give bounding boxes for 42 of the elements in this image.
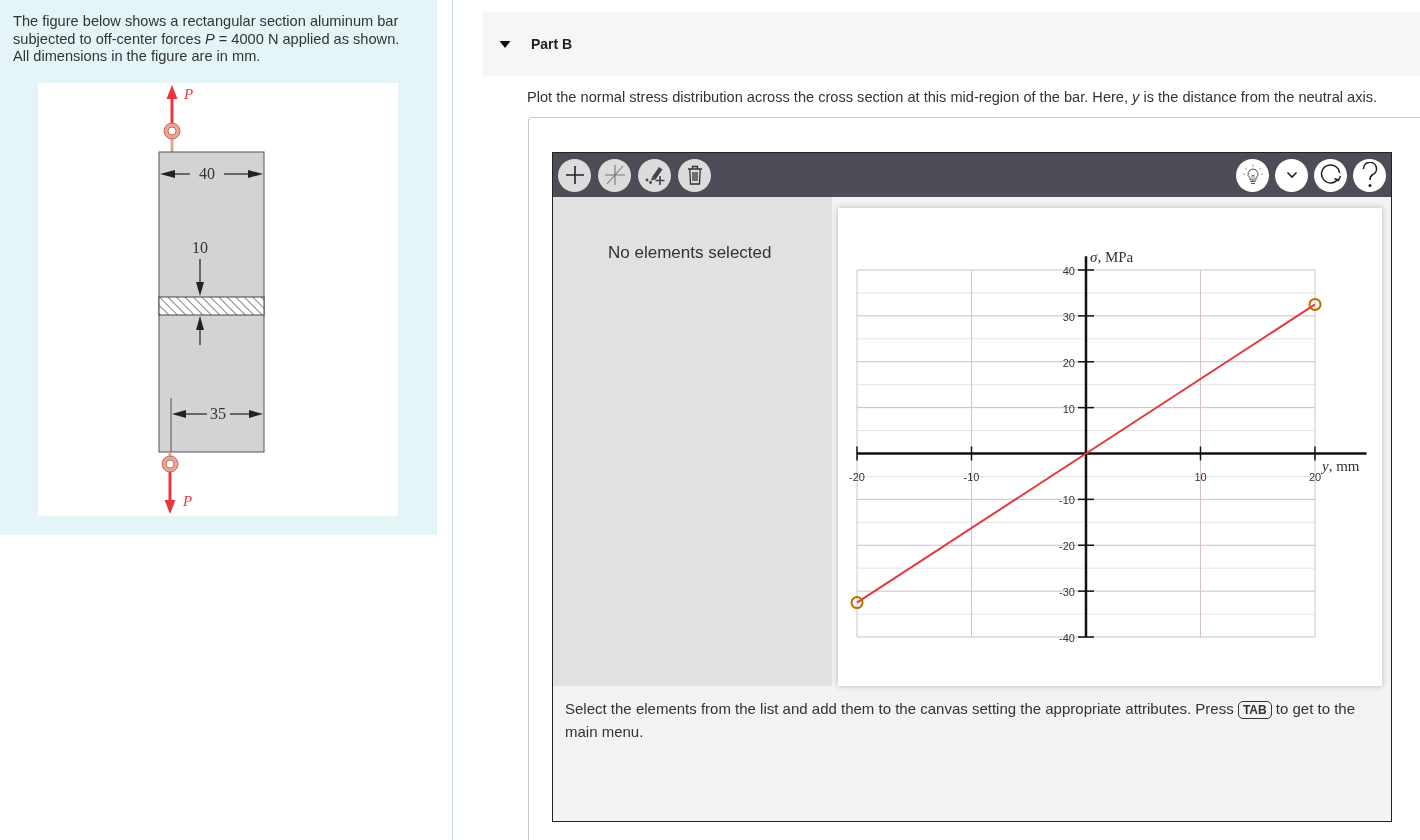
reset-button[interactable] bbox=[1314, 158, 1347, 192]
data-point bbox=[850, 596, 864, 610]
axis-title: σ, MPa bbox=[1090, 248, 1134, 266]
tick-label: -10 bbox=[1059, 494, 1075, 507]
tick-label: -20 bbox=[849, 470, 865, 483]
chevron-down-icon bbox=[1285, 171, 1298, 179]
tick-label: -10 bbox=[963, 470, 980, 483]
question-mark-icon bbox=[1361, 162, 1378, 188]
lightbulb-icon bbox=[1241, 164, 1264, 186]
tick-label: 20 bbox=[1062, 356, 1075, 369]
plus-icon bbox=[564, 165, 585, 185]
dimension-label: 40 bbox=[199, 164, 215, 182]
intro-text: The figure below shows a rectangular section aluminum bar subjected to off-center forces P = 4000 N applied as shown. All dimensions in the figure are in mm. bbox=[13, 13, 401, 66]
tick-label: 20 bbox=[1308, 470, 1322, 483]
draw-tool-button[interactable] bbox=[638, 158, 671, 192]
data-point bbox=[1308, 297, 1322, 311]
add-button[interactable] bbox=[558, 158, 591, 192]
tick-label: 10 bbox=[1194, 470, 1207, 483]
instruction-text: Select the elements from the list and add them to the canvas setting the appropriate attributes. Press TAB to get to the main menu. bbox=[565, 699, 1357, 742]
hint-button[interactable] bbox=[1236, 158, 1269, 192]
dimension-label: 10 bbox=[192, 238, 208, 256]
tick-label: 30 bbox=[1062, 310, 1075, 323]
crossed-lines-icon bbox=[603, 164, 626, 186]
tick-label: -40 bbox=[1059, 632, 1075, 644]
circular-arrow-icon bbox=[1318, 164, 1343, 186]
force-label: P bbox=[183, 492, 193, 509]
pen-plus-icon bbox=[643, 164, 666, 186]
force-label: P bbox=[184, 85, 194, 102]
tick-label: 10 bbox=[1062, 402, 1075, 415]
tick-label: -20 bbox=[1059, 540, 1075, 553]
part-toggle[interactable]: Part B bbox=[483, 12, 1420, 76]
tick-label: -30 bbox=[1059, 586, 1075, 599]
trash-icon bbox=[686, 165, 703, 185]
selection-status: No elements selected bbox=[608, 243, 773, 263]
tick-label: 40 bbox=[1062, 265, 1075, 277]
prompt-text: Plot the normal stress distribution across the cross section at this mid-region of the bar. Here, y is the distance from the neutral axis. bbox=[527, 89, 1379, 106]
line-tool-button[interactable] bbox=[598, 158, 631, 192]
dimension-label: 35 bbox=[210, 404, 226, 422]
delete-button[interactable] bbox=[678, 158, 711, 192]
axis-title: y, mm bbox=[1322, 457, 1360, 475]
dropdown-button[interactable] bbox=[1275, 158, 1308, 192]
help-button[interactable] bbox=[1353, 158, 1386, 192]
